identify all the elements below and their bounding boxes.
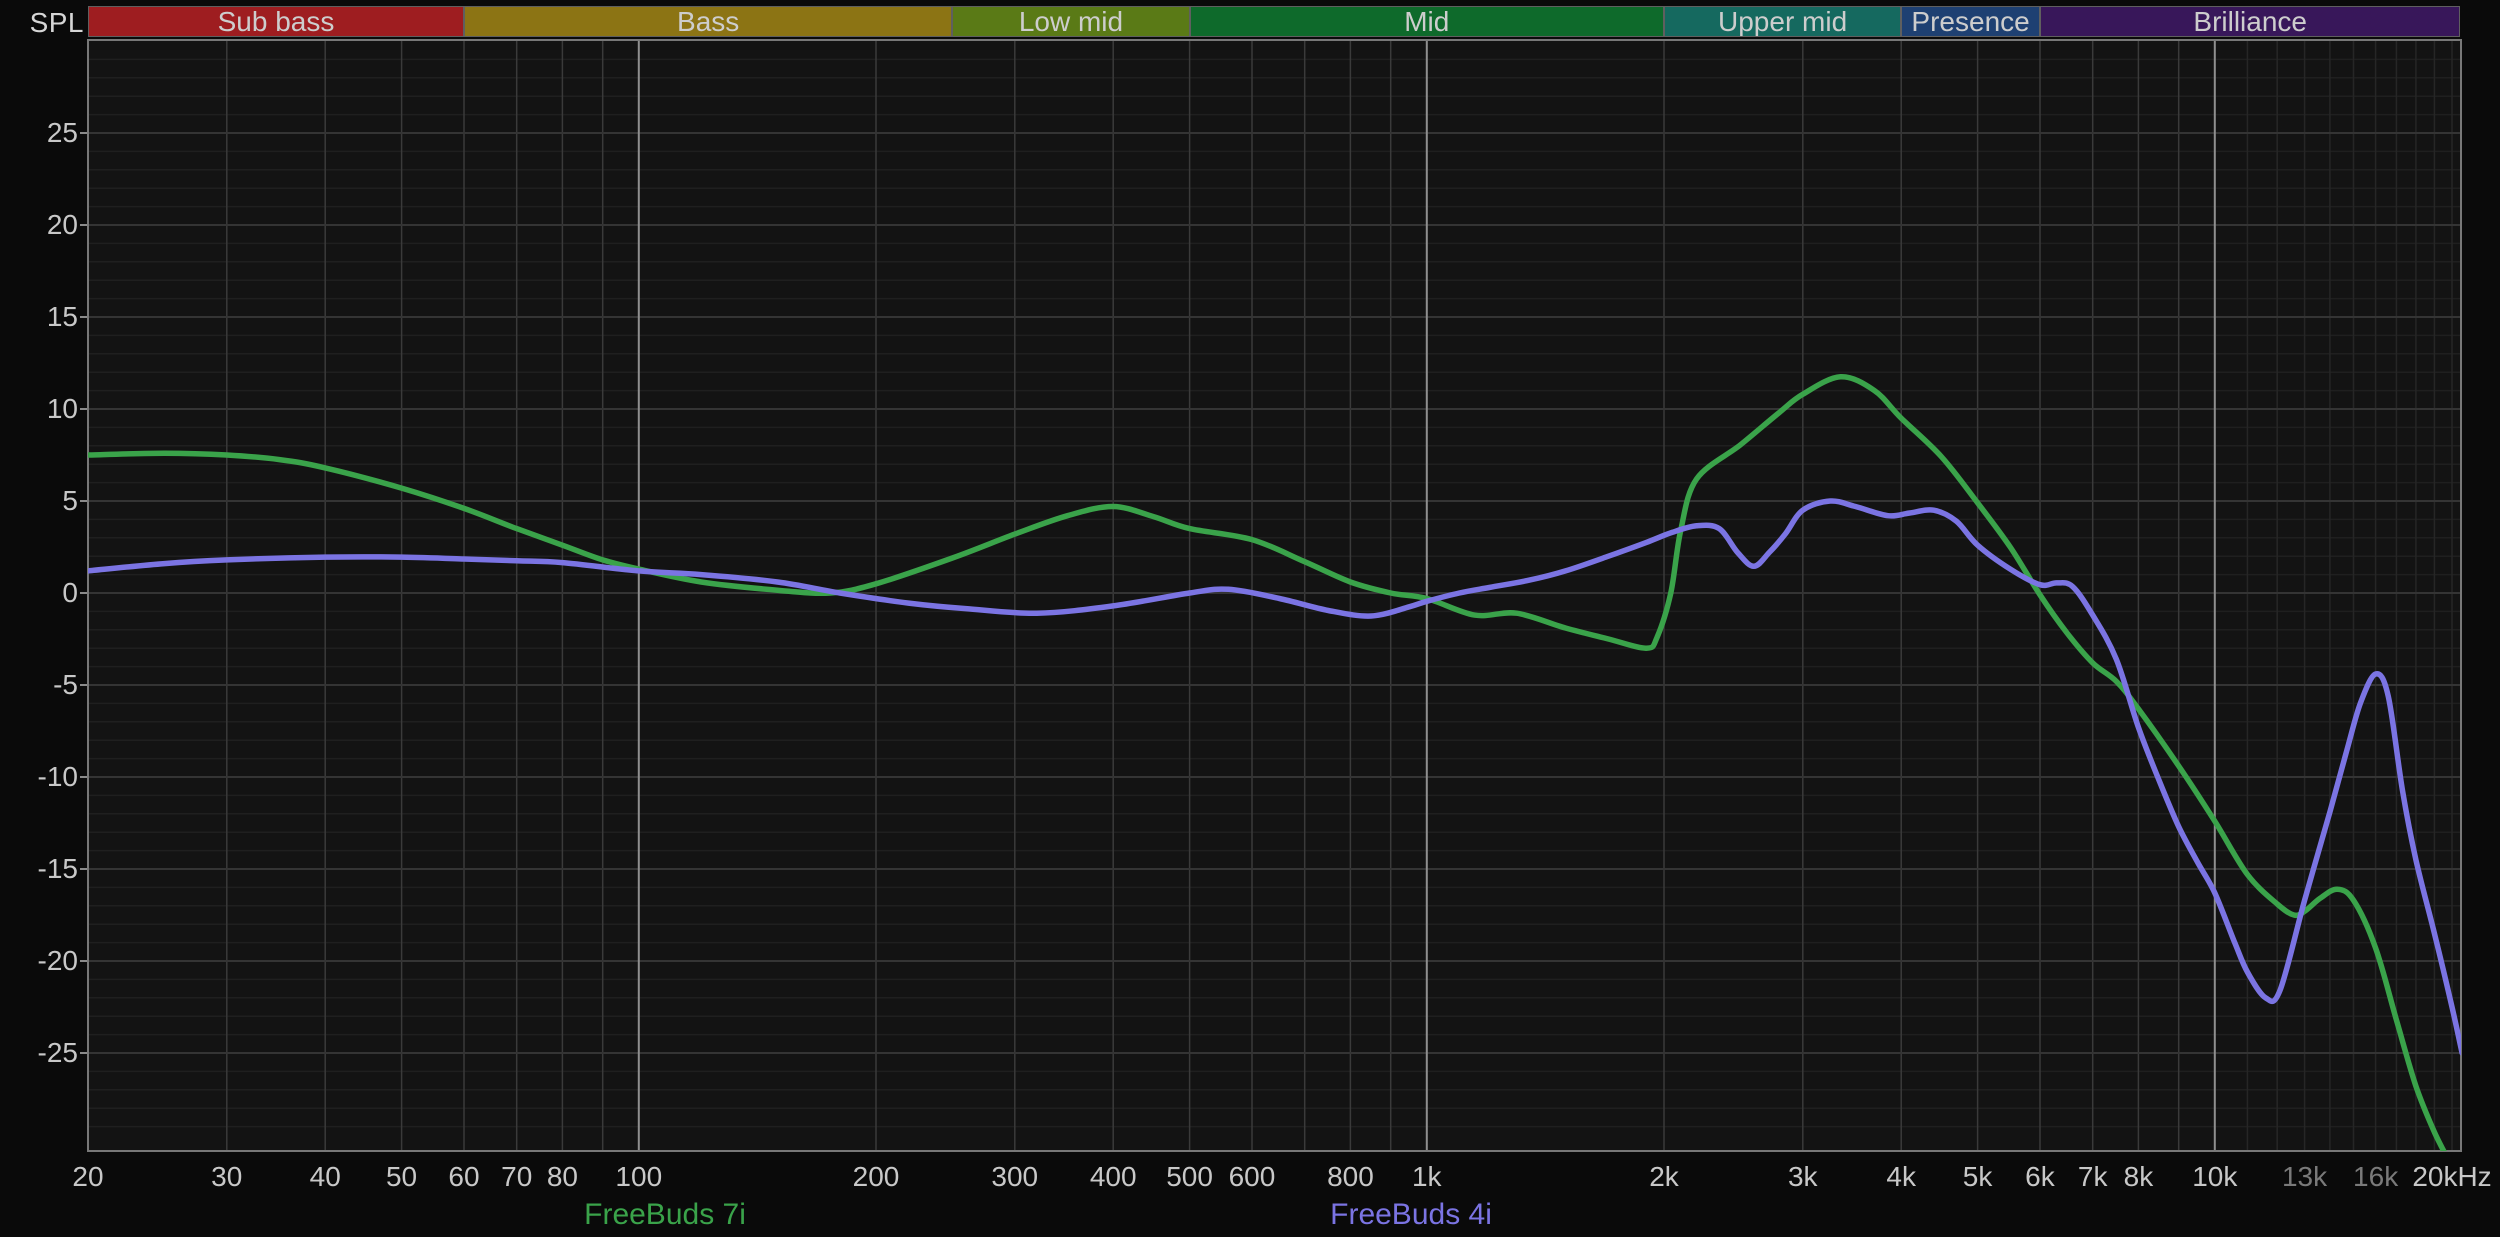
x-tick-label-200: 200 <box>852 1161 900 1192</box>
y-tick-label: 0 <box>62 577 78 608</box>
frequency-response-chart: SPL Sub bass Bass Low mid Mid Upper mid Prese… <box>0 0 2500 1237</box>
y-tick-label: -15 <box>37 853 78 884</box>
x-tick-label-100: 100 <box>615 1161 663 1192</box>
legend-freebuds-7i[interactable]: FreeBuds 7i <box>584 1198 746 1232</box>
y-tick-label: 10 <box>46 393 78 424</box>
x-tick-label-20khz: 20kHz <box>2412 1161 2492 1192</box>
y-tick-label: 5 <box>62 485 78 516</box>
y-tick-label: -20 <box>37 945 78 976</box>
y-axis-tick-marks <box>80 132 88 1054</box>
legend-freebuds-4i[interactable]: FreeBuds 4i <box>1330 1198 1492 1232</box>
x-tick-label-1k: 1k <box>1411 1161 1442 1192</box>
legend: FreeBuds 7i FreeBuds 4i <box>0 1198 2500 1234</box>
y-tick-label: -5 <box>53 669 78 700</box>
y-tick-label: 15 <box>46 301 78 332</box>
x-tick-label-20: 20 <box>72 1161 104 1192</box>
y-tick-label: 20 <box>46 209 78 240</box>
x-tick-label-2k: 2k <box>1649 1161 1679 1192</box>
y-tick-label: 25 <box>46 117 78 148</box>
y-tick-label: -25 <box>37 1037 78 1068</box>
plot-area <box>80 39 2462 1152</box>
y-tick-label: -10 <box>37 761 78 792</box>
